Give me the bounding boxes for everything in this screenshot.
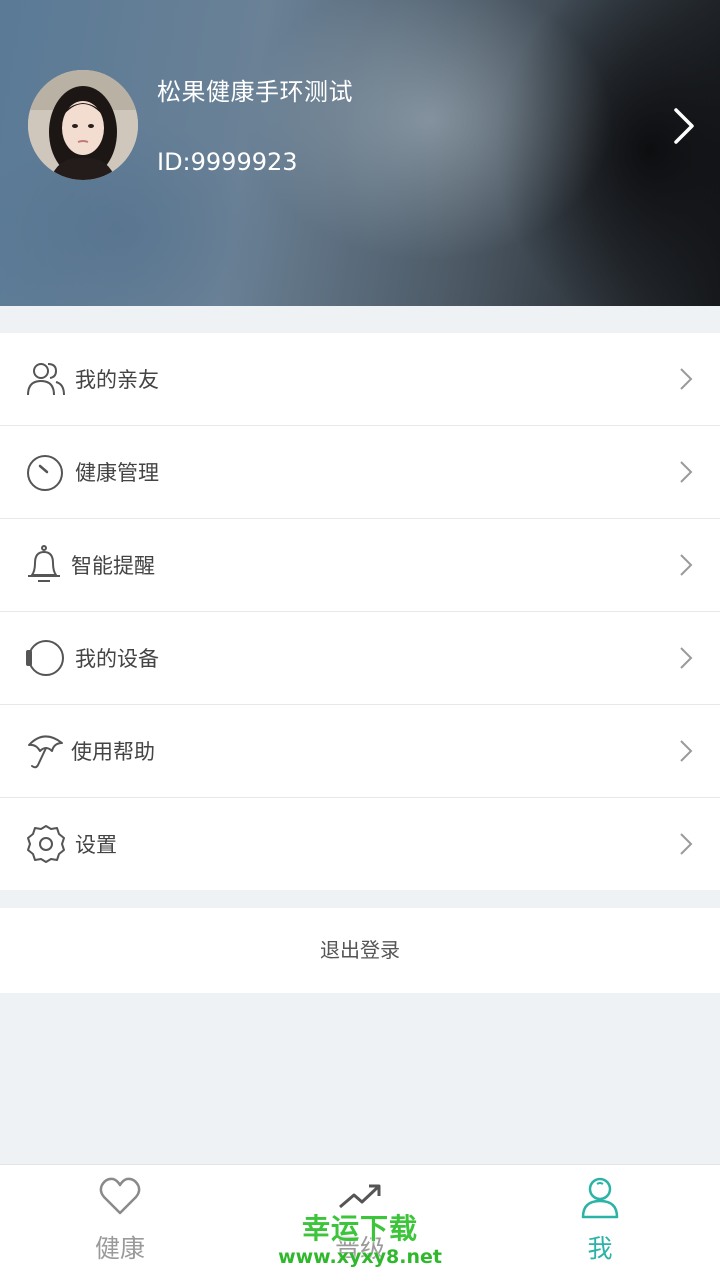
menu-item-label: 设置 (75, 833, 117, 857)
chevron-right-icon (680, 740, 693, 762)
menu-item-label: 使用帮助 (71, 740, 155, 764)
profile-id: ID:9999923 (157, 148, 298, 176)
menu-item-settings[interactable]: 设置 (0, 798, 720, 890)
menu-item-my-device[interactable]: 我的设备 (0, 612, 720, 705)
gear-icon (27, 825, 65, 863)
watch-icon (26, 640, 64, 676)
heart-icon (99, 1177, 141, 1215)
menu-item-friends[interactable]: 我的亲友 (0, 333, 720, 426)
chevron-right-icon[interactable] (667, 104, 701, 148)
profile-name: 松果健康手环测试 (157, 78, 353, 106)
menu-item-label: 我的设备 (75, 647, 159, 671)
gauge-icon (27, 455, 63, 491)
tab-label: 我 (587, 1234, 613, 1263)
chevron-right-icon (680, 833, 693, 855)
avatar-image (28, 70, 138, 180)
friends-icon (27, 363, 65, 396)
menu-item-health-management[interactable]: 健康管理 (0, 426, 720, 519)
tab-me[interactable]: 我 (480, 1165, 720, 1281)
menu-item-smart-reminder[interactable]: 智能提醒 (0, 519, 720, 612)
person-icon (581, 1177, 619, 1219)
bell-icon (28, 545, 60, 582)
chevron-right-icon (680, 461, 693, 483)
menu-item-label: 健康管理 (75, 461, 159, 485)
tab-promotion[interactable]: 晋级 (240, 1165, 480, 1281)
logout-button[interactable]: 退出登录 (0, 908, 720, 993)
chevron-right-icon (680, 554, 693, 576)
umbrella-icon (28, 735, 63, 769)
menu-item-help[interactable]: 使用帮助 (0, 705, 720, 798)
profile-header[interactable]: 松果健康手环测试 ID:9999923 (0, 0, 720, 306)
trend-up-icon (339, 1184, 381, 1209)
bottom-tab-bar: 健康 晋级 我 (0, 1164, 720, 1281)
menu-item-label: 智能提醒 (71, 554, 155, 578)
chevron-right-icon (680, 368, 693, 390)
tab-label: 健康 (94, 1234, 145, 1263)
tab-health[interactable]: 健康 (0, 1165, 240, 1281)
chevron-right-icon (680, 647, 693, 669)
avatar[interactable] (28, 70, 138, 180)
menu-item-label: 我的亲友 (75, 368, 159, 392)
settings-menu: 我的亲友 健康管理 智能提醒 我的设备 使用帮助 设置 (0, 333, 720, 890)
tab-label: 晋级 (334, 1234, 385, 1263)
